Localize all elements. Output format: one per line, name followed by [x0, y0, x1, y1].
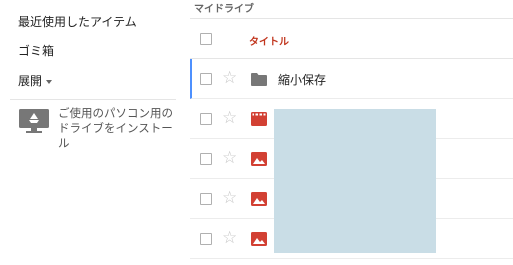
nav-expand[interactable]: 展開 [18, 72, 53, 89]
star-icon[interactable]: ☆ [222, 228, 237, 248]
nav-recent[interactable]: 最近使用したアイテム [18, 13, 137, 30]
row-checkbox[interactable] [200, 233, 212, 245]
sidebar: 最近使用したアイテム ゴミ箱 展開 ご使用のパソコン用のドライブをインストール [0, 0, 180, 265]
row-checkbox[interactable] [200, 193, 212, 205]
row-checkbox[interactable] [200, 153, 212, 165]
row-checkbox[interactable] [200, 73, 212, 85]
select-all-checkbox[interactable] [200, 33, 212, 45]
star-icon[interactable]: ☆ [222, 188, 237, 208]
column-title-header[interactable]: タイトル [249, 33, 289, 48]
nav-expand-label: 展開 [18, 74, 43, 88]
redaction-overlay [274, 109, 436, 253]
list-header: タイトル [190, 18, 513, 59]
video-file-icon [251, 112, 267, 126]
row-checkbox[interactable] [200, 113, 212, 125]
sidebar-divider [10, 99, 176, 100]
caret-down-icon [46, 79, 53, 84]
star-icon[interactable]: ☆ [222, 68, 237, 88]
star-icon[interactable]: ☆ [222, 148, 237, 168]
image-file-icon [251, 152, 267, 166]
nav-trash[interactable]: ゴミ箱 [18, 42, 54, 59]
file-row[interactable]: ☆ 縮小保存 [190, 59, 513, 99]
star-icon[interactable]: ☆ [222, 108, 237, 128]
desktop-drive-icon [19, 109, 49, 133]
file-name[interactable]: 縮小保存 [278, 71, 326, 88]
breadcrumb[interactable]: マイドライブ [194, 0, 254, 15]
folder-icon [251, 73, 267, 86]
install-text: ご使用のパソコン用のドライブをインストール [58, 106, 173, 150]
image-file-icon [251, 192, 267, 206]
image-file-icon [251, 232, 267, 246]
